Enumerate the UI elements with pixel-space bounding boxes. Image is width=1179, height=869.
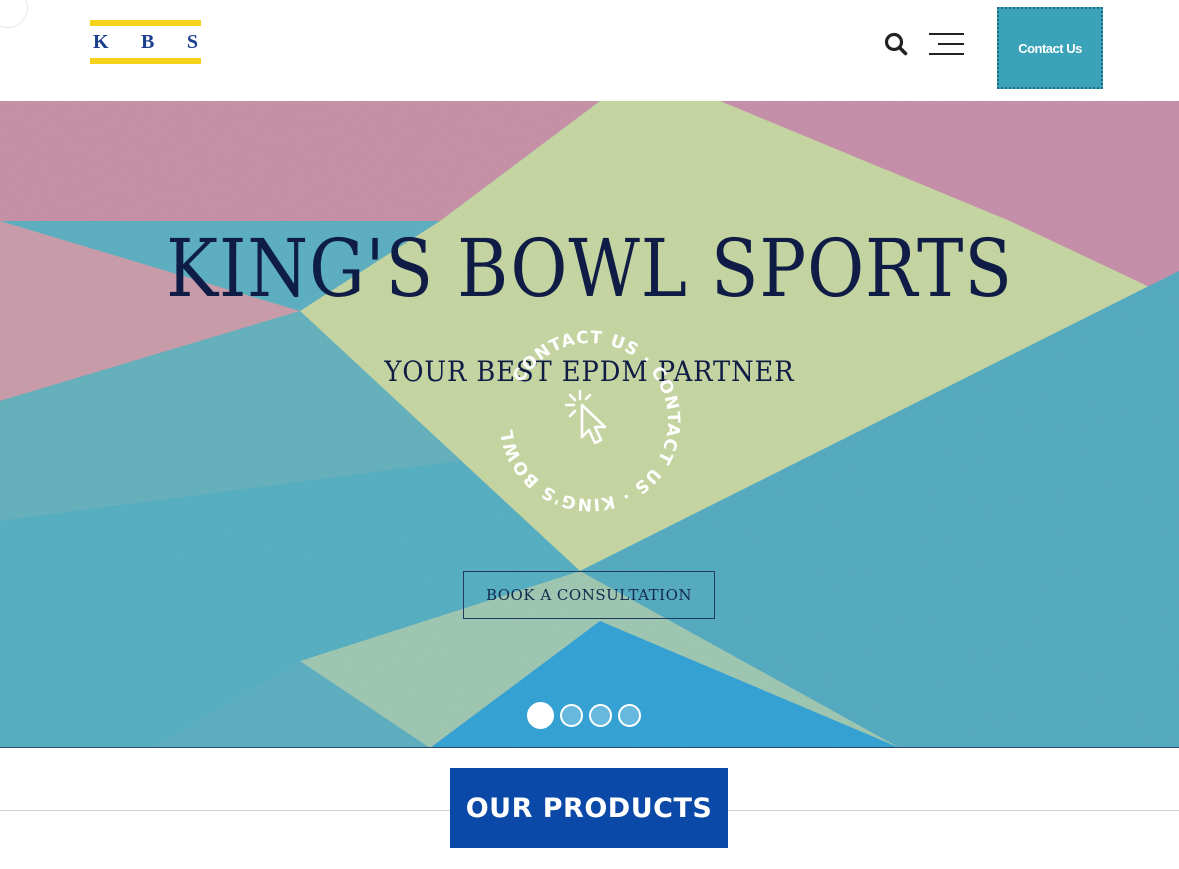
our-products-heading: OUR PRODUCTS (450, 768, 728, 848)
book-consultation-button[interactable]: BOOK A CONSULTATION (463, 571, 715, 619)
logo-letter: K (93, 30, 109, 53)
corner-circle (0, 0, 28, 28)
site-header: K B S Contact Us (0, 0, 1179, 101)
logo-letter: B (141, 30, 155, 53)
search-icon[interactable] (883, 31, 909, 57)
hamburger-menu-icon[interactable] (929, 31, 964, 57)
slider-dot-2[interactable] (560, 704, 583, 727)
logo-bar-top (90, 20, 201, 26)
hero-title: KING'S BOWL SPORTS (166, 222, 1013, 315)
slider-pagination (527, 702, 641, 734)
contact-us-circular-badge[interactable]: CONTACT US · CONTACT US · KING'S BOWL SP… (472, 296, 700, 531)
kbs-logo[interactable]: K B S (90, 20, 201, 64)
contact-us-button[interactable]: Contact Us (997, 7, 1103, 89)
hero-banner: KING'S BOWL SPORTS YOUR BEST EPDM PARTNE… (0, 101, 1179, 748)
logo-bar-bottom (90, 58, 201, 64)
slider-dot-4[interactable] (618, 704, 641, 727)
slider-dot-3[interactable] (589, 704, 612, 727)
slider-dot-1[interactable] (527, 702, 554, 729)
pointer-click-icon (564, 389, 607, 445)
logo-letters: K B S (90, 29, 201, 55)
logo-letter: S (186, 30, 198, 53)
